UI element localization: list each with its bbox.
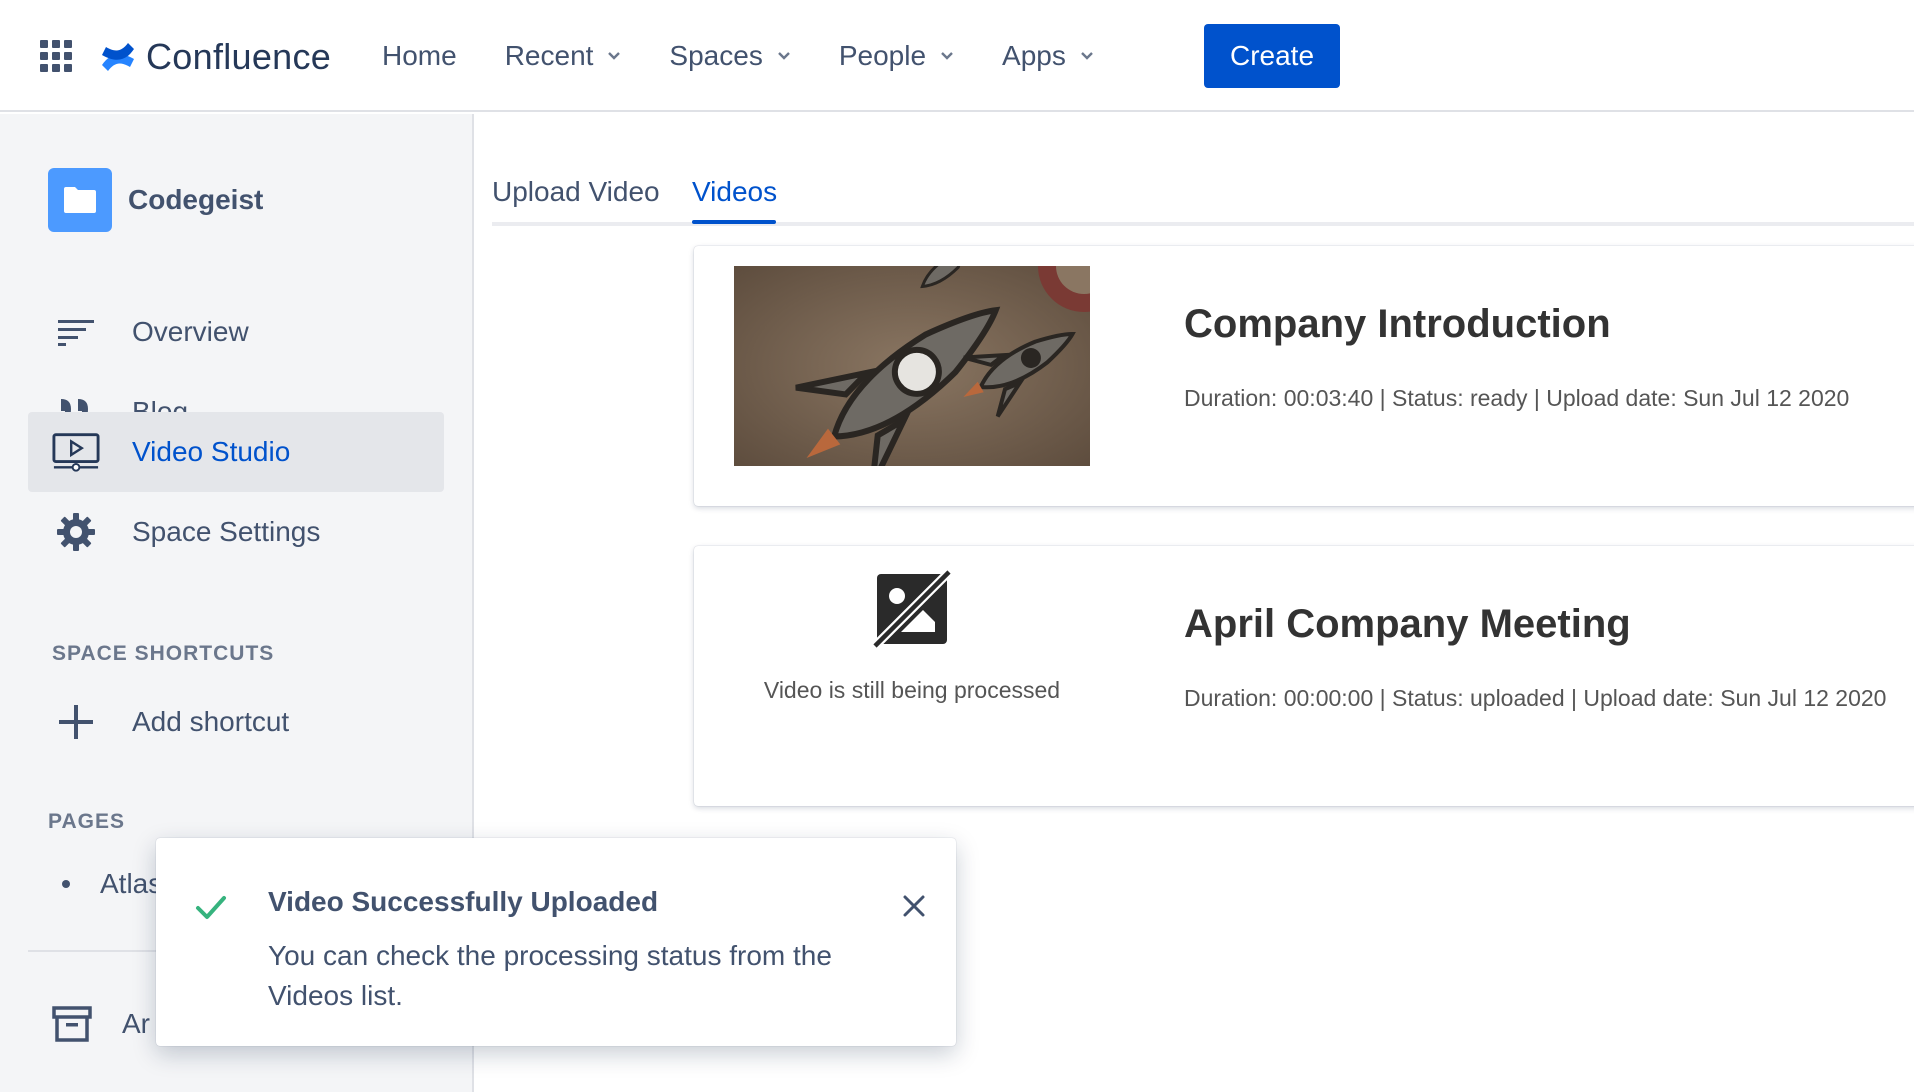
sidebar-item-label: Space Settings [132, 516, 321, 547]
space-avatar [48, 168, 112, 232]
bullet-icon [62, 880, 70, 888]
page-tree-item[interactable]: Atlas [62, 868, 162, 900]
nav-home-label: Home [382, 40, 457, 71]
close-icon[interactable] [896, 888, 932, 924]
brand-name: Confluence [146, 36, 332, 77]
archive-label: Ar [122, 1008, 150, 1039]
nav-recent-label: Recent [504, 40, 594, 71]
flag-title: Video Successfully Uploaded [268, 886, 659, 917]
archived-pages-link[interactable]: Ar [52, 1004, 150, 1044]
add-shortcut-button[interactable]: Add shortcut [28, 682, 444, 762]
video-studio-tabs: Upload Video Videos [492, 170, 1914, 226]
create-button[interactable]: Create [1204, 24, 1340, 88]
flag-body: You can check the processing status from… [268, 940, 832, 1011]
overview-icon [52, 308, 100, 356]
sidebar-item-overview[interactable]: Overview [28, 292, 444, 372]
top-navigation: Confluence Home Recent Spaces People App… [0, 0, 1914, 112]
sidebar-item-label: Video Studio [132, 436, 291, 467]
nav-recent[interactable]: Recent [505, 40, 622, 72]
sidebar-item-label: Overview [132, 316, 249, 347]
folder-icon [64, 187, 96, 213]
nav-spaces[interactable]: Spaces [669, 40, 790, 72]
video-title[interactable]: April Company Meeting [1184, 602, 1631, 647]
video-title[interactable]: Company Introduction [1184, 302, 1611, 347]
success-flag: Video Successfully Uploaded You can chec… [156, 838, 956, 1046]
video-card[interactable]: Company Introduction Duration: 00:03:40 … [694, 246, 1914, 506]
space-name: Codegeist [128, 184, 264, 215]
nav-people-label: People [838, 40, 927, 71]
nav-people[interactable]: People [839, 40, 954, 72]
no-image-icon [871, 568, 953, 650]
chevron-down-icon [1080, 52, 1093, 60]
confluence-logo[interactable]: Confluence [100, 36, 331, 78]
primary-nav: Home Recent Spaces People Apps [382, 0, 1142, 112]
video-card[interactable]: Video is still being processed April Com… [694, 546, 1914, 806]
tab-videos[interactable]: Videos [692, 176, 777, 208]
processing-placeholder: Video is still being processed [734, 568, 1090, 704]
archive-icon [52, 1006, 92, 1042]
check-icon [196, 896, 226, 919]
app-switcher-icon[interactable] [40, 40, 72, 72]
pages-heading: PAGES [48, 810, 125, 833]
gear-icon [52, 508, 100, 556]
video-meta: Duration: 00:00:00 | Status: uploaded | … [1184, 685, 1887, 711]
sidebar-item-space-settings[interactable]: Space Settings [28, 492, 444, 572]
chevron-down-icon [941, 52, 953, 60]
nav-spaces-label: Spaces [669, 40, 763, 71]
add-shortcut-label: Add shortcut [132, 706, 290, 737]
video-studio-icon [52, 428, 100, 476]
space-header[interactable]: Codegeist [48, 168, 263, 232]
chevron-down-icon [608, 52, 621, 60]
nav-apps-label: Apps [1002, 40, 1066, 71]
sidebar-item-video-studio[interactable]: Video Studio [28, 412, 444, 492]
page-item-label: Atlas [100, 868, 163, 899]
active-tab-indicator [692, 220, 776, 224]
confluence-logo-icon [102, 43, 134, 71]
chevron-down-icon [777, 52, 790, 60]
tab-upload-video[interactable]: Upload Video [492, 176, 660, 208]
nav-apps[interactable]: Apps [1002, 40, 1094, 72]
nav-home[interactable]: Home [382, 40, 457, 72]
video-thumbnail[interactable] [734, 266, 1090, 466]
video-meta: Duration: 00:03:40 | Status: ready | Upl… [1184, 385, 1850, 411]
plus-icon [52, 698, 100, 746]
processing-status-text: Video is still being processed [763, 677, 1061, 703]
rocket-thumbnail-image [734, 266, 1090, 466]
space-shortcuts-heading: SPACE SHORTCUTS [52, 642, 275, 665]
